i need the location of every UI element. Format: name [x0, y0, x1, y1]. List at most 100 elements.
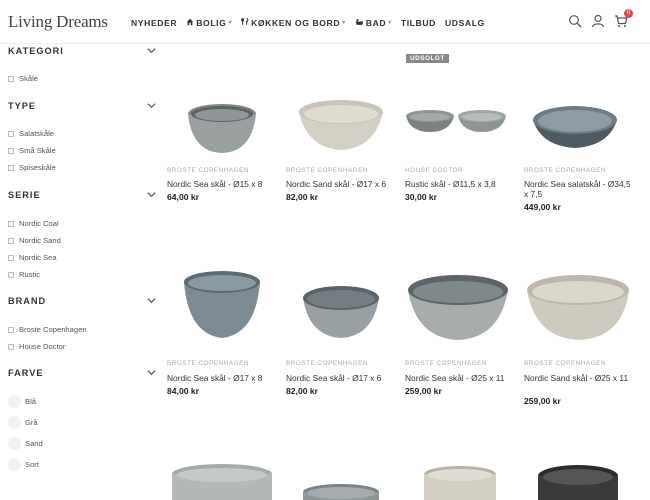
filter-heading-brand[interactable]: BRAND: [8, 296, 156, 306]
product-brand: BROSTE COPENHAGEN: [405, 360, 488, 367]
filter-option[interactable]: Broste Copenhagen: [8, 325, 87, 334]
product-brand: BROSTE COPENHAGEN: [286, 167, 369, 174]
bath-icon: [355, 18, 364, 28]
checkbox[interactable]: [8, 75, 14, 82]
filter-heading-type[interactable]: TYPE: [8, 101, 156, 111]
product-price: 64,00 kr: [167, 192, 200, 202]
nav-item-bolig[interactable]: BOLIG ▾: [186, 18, 232, 28]
checkbox[interactable]: [8, 254, 14, 261]
chevron-down-icon: ▾: [388, 20, 392, 26]
checkbox[interactable]: [8, 326, 14, 333]
product-name[interactable]: Nordic Sea skål - Ø25 x 11: [405, 373, 515, 383]
color-option[interactable]: Sort: [8, 458, 39, 471]
option-label: Sand: [25, 439, 43, 448]
color-swatch[interactable]: [8, 458, 21, 471]
checkbox[interactable]: [8, 147, 14, 154]
color-swatch[interactable]: [8, 416, 21, 429]
product-price: 259,00 kr: [524, 396, 561, 406]
filter-heading-kategori[interactable]: KATEGORI: [8, 46, 156, 56]
product-price: 84,00 kr: [167, 386, 200, 396]
search-icon[interactable]: [568, 14, 582, 28]
chevron-down-icon: [147, 298, 156, 304]
option-label: Salatskåle: [19, 129, 55, 138]
chevron-down-icon: [147, 103, 156, 109]
filter-option[interactable]: Rustic: [8, 270, 40, 279]
product-brand: BROSTE COPENHAGEN: [286, 360, 369, 367]
user-icon[interactable]: [591, 14, 605, 28]
nav-item-tilbud[interactable]: TILBUD: [401, 18, 436, 28]
color-swatch[interactable]: [8, 395, 21, 408]
filter-title: KATEGORI: [8, 46, 64, 56]
product-image[interactable]: [162, 68, 278, 168]
product-image[interactable]: [519, 68, 635, 168]
filter-title: SERIE: [8, 190, 41, 200]
product-price: 82,00 kr: [286, 386, 319, 396]
nav-label: TILBUD: [400, 17, 436, 28]
color-option[interactable]: Grå: [8, 416, 38, 429]
color-option[interactable]: Blå: [8, 395, 36, 408]
header-icons: 0: [559, 9, 633, 28]
chevron-down-icon: ▾: [228, 20, 233, 26]
chevron-down-icon: ▾: [342, 20, 346, 26]
sold-out-badge: UDSOLGT: [406, 54, 449, 63]
product-grid: UDSOLGT BROSTE COPENHAGEN Nordic Sea skå…: [162, 44, 650, 500]
option-label: Sort: [25, 460, 39, 469]
filter-heading-serie[interactable]: SERIE: [8, 190, 156, 200]
filter-title: TYPE: [8, 101, 36, 111]
checkbox[interactable]: [8, 237, 14, 244]
product-image[interactable]: [172, 464, 272, 500]
product-name[interactable]: Nordic Sea salatskål - Ø34,5 x 7,5: [524, 179, 634, 199]
product-image[interactable]: [281, 258, 397, 358]
product-image[interactable]: [303, 484, 379, 500]
nav-label: NYHEDER: [131, 17, 178, 28]
product-name[interactable]: Nordic Sand skål - Ø17 x 6: [286, 179, 396, 189]
nav-label: BAD: [365, 17, 387, 28]
product-name[interactable]: Nordic Sea skål - Ø15 x 8: [167, 179, 277, 189]
product-image[interactable]: [400, 68, 516, 168]
filter-option[interactable]: Nordic Coal: [8, 219, 59, 228]
filter-option[interactable]: Nordic Sand: [8, 236, 61, 245]
color-option[interactable]: Sand: [8, 437, 43, 450]
cart-count-badge: 0: [624, 9, 633, 18]
filter-option[interactable]: Nordic Sea: [8, 253, 57, 262]
checkbox[interactable]: [8, 164, 14, 171]
checkbox[interactable]: [8, 130, 14, 137]
option-label: Små Skåle: [19, 146, 56, 155]
nav-item-udsalg[interactable]: UDSALG: [445, 18, 485, 28]
product-image[interactable]: [162, 258, 278, 358]
checkbox[interactable]: [8, 271, 14, 278]
product-image[interactable]: [281, 68, 397, 168]
checkbox[interactable]: [8, 343, 14, 350]
nav-item-bad[interactable]: BAD ▾: [355, 18, 392, 28]
product-name[interactable]: Nordic Sea skål - Ø17 x 8: [167, 373, 277, 383]
nav-label: KØKKEN OG BORD: [251, 17, 341, 28]
color-swatch[interactable]: [8, 437, 21, 450]
chevron-down-icon: [147, 48, 156, 54]
product-image[interactable]: [400, 258, 516, 358]
product-price: 30,00 kr: [405, 192, 438, 202]
product-image[interactable]: [519, 258, 635, 358]
filter-heading-farve[interactable]: FARVE: [8, 368, 156, 378]
product-name[interactable]: Nordic Sand skål - Ø25 x 11: [524, 373, 634, 383]
filter-option[interactable]: Små Skåle: [8, 146, 56, 155]
filter-option[interactable]: Salatskåle: [8, 129, 54, 138]
product-price: 259,00 kr: [405, 386, 442, 396]
product-brand: BROSTE COPENHAGEN: [167, 167, 250, 174]
product-name[interactable]: Rustic skål - Ø11,5 x 3,8: [405, 179, 515, 189]
nav-item-nyheder[interactable]: NYHEDER: [131, 18, 177, 28]
logo[interactable]: Living Dreams: [8, 12, 108, 32]
cart-icon[interactable]: 0: [614, 9, 633, 28]
filter-option[interactable]: Spiseskåle: [8, 163, 56, 172]
checkbox[interactable]: [8, 220, 14, 227]
product-brand: BROSTE COPENHAGEN: [167, 360, 250, 367]
option-label: Nordic Sea: [19, 253, 57, 262]
product-brand: BROSTE COPENHAGEN: [524, 167, 607, 174]
product-row-partial[interactable]: [162, 462, 650, 500]
product-name[interactable]: Nordic Sea skål - Ø17 x 6: [286, 373, 396, 383]
filter-option[interactable]: Skåle: [8, 74, 38, 83]
nav-item-kokken-og-bord[interactable]: KØKKEN OG BORD ▾: [241, 17, 346, 28]
product-image[interactable]: [538, 465, 618, 500]
option-label: Grå: [25, 418, 38, 427]
product-image[interactable]: [424, 466, 496, 500]
filter-option[interactable]: House Doctor: [8, 342, 65, 351]
